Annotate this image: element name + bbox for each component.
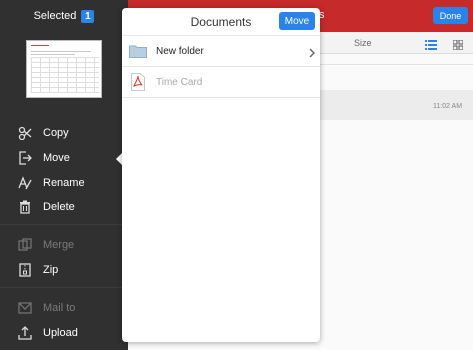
mail-to-button[interactable]: Mail to <box>0 296 128 320</box>
file-name: Time Card <box>156 76 203 88</box>
document-thumbnail[interactable] <box>26 40 102 98</box>
grid-view-icon[interactable] <box>452 37 464 55</box>
popover-header: Documents Move <box>122 8 320 36</box>
rename-icon <box>17 175 33 191</box>
copy-button[interactable]: Copy <box>0 121 128 145</box>
selection-header: Selected 1 <box>0 0 128 32</box>
rename-label: Rename <box>43 177 85 189</box>
mail-icon <box>17 300 33 316</box>
upload-icon <box>17 325 33 341</box>
move-icon <box>17 150 33 166</box>
delete-button[interactable]: Delete <box>0 195 128 219</box>
move-confirm-button[interactable]: Move <box>279 12 315 30</box>
mail-to-label: Mail to <box>43 302 76 314</box>
copy-label: Copy <box>43 127 69 139</box>
merge-icon <box>17 237 33 253</box>
divider <box>0 224 128 225</box>
upload-button[interactable]: Upload <box>0 321 128 345</box>
row-divider <box>320 64 473 65</box>
merge-label: Merge <box>43 239 75 251</box>
divider <box>0 287 128 288</box>
destination-popover: Documents Move New folder Time Card <box>122 8 320 342</box>
zip-icon <box>17 262 33 278</box>
rename-button[interactable]: Rename <box>0 171 128 195</box>
done-button[interactable]: Done <box>433 7 468 24</box>
copy-icon <box>17 125 33 141</box>
zip-label: Zip <box>43 264 59 276</box>
pdf-icon <box>128 72 148 92</box>
file-row-time: 11:02 AM <box>433 103 463 110</box>
file-row-time-card: Time Card <box>122 67 320 98</box>
trash-icon <box>17 199 33 215</box>
selected-label: Selected <box>33 10 77 22</box>
size-column-header[interactable]: Size <box>354 38 372 48</box>
folder-name: New folder <box>156 45 204 57</box>
selected-count-badge: 1 <box>81 9 95 23</box>
folder-row-new-folder[interactable]: New folder <box>122 36 320 67</box>
delete-label: Delete <box>43 201 75 213</box>
zip-button[interactable]: Zip <box>0 258 128 282</box>
move-label: Move <box>43 152 70 164</box>
folder-icon <box>128 41 148 61</box>
chevron-right-icon <box>309 45 315 63</box>
list-view-icon[interactable] <box>425 37 437 55</box>
action-sidebar: Selected 1 Copy Move Rename Delete Merge… <box>0 0 128 350</box>
upload-label: Upload <box>43 327 78 339</box>
merge-button[interactable]: Merge <box>0 233 128 257</box>
move-button[interactable]: Move <box>0 146 128 170</box>
